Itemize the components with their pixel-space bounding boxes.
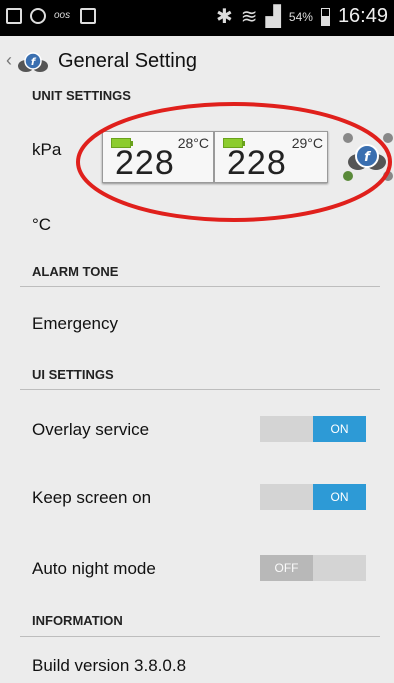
toggle-state: OFF [260,555,313,581]
alarm-tone-setting[interactable]: Emergency [0,314,394,334]
signal-icon: ▟ [265,6,281,28]
battery-icon [320,7,330,26]
app-icon [30,8,46,24]
overlay-logo-icon[interactable]: f [340,130,394,186]
back-chevron-icon[interactable]: ‹ [6,50,12,71]
wifi-icon: ≋ [240,6,258,28]
status-bar-left-icons: oos [6,8,96,24]
clock: 16:49 [337,5,388,27]
section-header-unit-settings: UNIT SETTINGS [32,88,131,103]
status-bar-right-icons: ✱ ≋ ▟ 54% 16:49 [216,4,388,29]
tire-display-left: 28°C 228 [103,132,215,182]
app-logo-icon[interactable]: f [16,52,50,74]
tire-temperature: 29°C [291,135,323,151]
section-header-alarm-tone: ALARM TONE [32,264,119,279]
tire-temperature: 28°C [177,135,209,151]
tire-display-right: 29°C 228 [215,132,327,182]
section-header-ui-settings: UI SETTINGS [32,367,114,382]
toggle-state: ON [313,484,366,510]
status-bar: oos ✱ ≋ ▟ 54% 16:49 [0,0,394,36]
app-text-icon: oos [54,10,71,21]
tire-pressure: 228 [227,144,287,182]
auto-night-mode-toggle[interactable]: OFF [260,555,366,581]
divider [20,286,380,287]
tire-overlay-widget[interactable]: 28°C 228 29°C 228 [102,131,328,183]
page-title: General Setting [58,50,197,72]
battery-percent: 54% [288,9,313,24]
tire-pressure: 228 [115,144,175,182]
gallery-icon [6,8,22,24]
action-bar: ‹ f General Setting [0,36,394,88]
image-icon [80,8,96,24]
build-version: Build version 3.8.0.8 [32,656,187,675]
divider [20,636,380,637]
overlay-service-toggle[interactable]: ON [260,416,366,442]
divider [20,389,380,390]
toggle-state: ON [313,416,366,442]
bluetooth-icon: ✱ [215,6,233,28]
section-header-information: INFORMATION [32,613,123,628]
temperature-unit-setting[interactable]: °C [0,215,394,235]
keep-screen-on-toggle[interactable]: ON [260,484,366,510]
